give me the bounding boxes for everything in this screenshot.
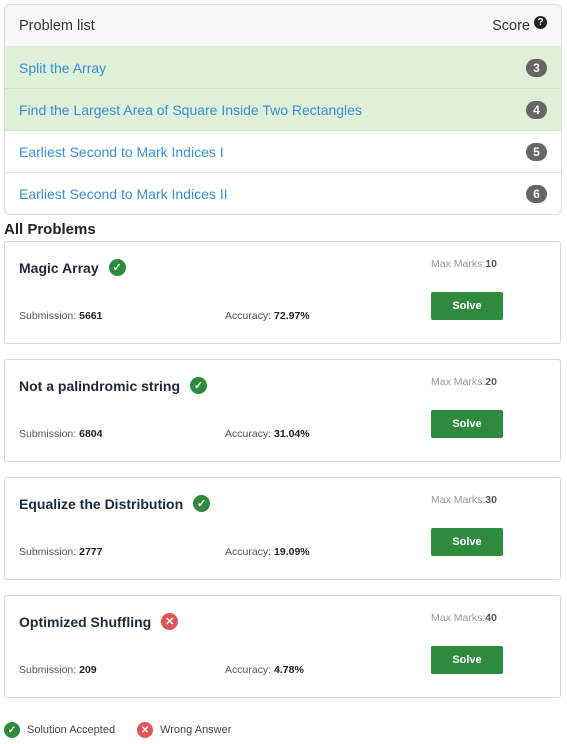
accuracy-label: Accuracy:	[225, 310, 275, 322]
solve-button[interactable]: Solve	[431, 410, 503, 438]
submission-label: Submission:	[19, 546, 80, 558]
problem-title[interactable]: Optimized Shuffling ✕	[19, 613, 179, 630]
legend-accepted-label: Solution Accepted	[27, 724, 116, 736]
submission-label: Submission:	[19, 310, 80, 322]
score-header: Score ?	[492, 16, 547, 34]
x-circle-icon: ✕	[137, 722, 154, 738]
problem-name[interactable]: Optimized Shuffling	[19, 614, 151, 630]
max-marks: Max Marks:40	[431, 612, 497, 624]
solve-button[interactable]: Solve	[431, 646, 503, 674]
accuracy-label: Accuracy:	[225, 428, 275, 440]
legend-wrong: ✕ Wrong Answer	[137, 722, 231, 738]
legend-accepted: ✓ Solution Accepted	[4, 722, 115, 738]
problem-card: Magic Array ✓ Max Marks:10 Solve Submiss…	[4, 241, 561, 344]
check-circle-icon: ✓	[193, 495, 211, 512]
accuracy: Accuracy: 19.09%	[225, 546, 310, 558]
legend-wrong-label: Wrong Answer	[160, 724, 232, 736]
max-marks-label: Max Marks:	[431, 376, 486, 388]
problem-list-title: Problem list	[19, 17, 95, 34]
accuracy-value: 31.04%	[274, 428, 310, 440]
submission-label: Submission:	[19, 428, 80, 440]
score-badge: 6	[526, 185, 547, 203]
submission-label: Submission:	[19, 664, 80, 676]
score-badge: 3	[526, 58, 547, 77]
accuracy-label: Accuracy:	[225, 664, 275, 676]
max-marks-value: 20	[485, 376, 497, 388]
accuracy: Accuracy: 31.04%	[225, 428, 310, 440]
x-circle-icon: ✕	[161, 613, 179, 630]
check-circle-icon: ✓	[4, 722, 20, 738]
submission-value: 5661	[79, 310, 103, 322]
score-badge: 5	[526, 142, 547, 161]
accuracy: Accuracy: 4.78%	[225, 664, 304, 676]
accuracy: Accuracy: 72.97%	[225, 310, 310, 322]
problem-list-row[interactable]: Split the Array 3	[5, 47, 561, 89]
problem-name[interactable]: Magic Array	[19, 260, 99, 276]
question-circle-icon[interactable]: ?	[534, 16, 547, 29]
problem-card: Equalize the Distribution ✓ Max Marks:30…	[4, 477, 561, 580]
max-marks-value: 10	[485, 258, 497, 270]
accuracy-value: 4.78%	[274, 664, 304, 676]
max-marks: Max Marks:30	[431, 494, 497, 506]
max-marks-label: Max Marks:	[431, 258, 486, 270]
problem-link[interactable]: Earliest Second to Mark Indices I	[19, 144, 224, 160]
submission-value: 2777	[79, 546, 103, 558]
max-marks-value: 30	[485, 494, 497, 506]
max-marks: Max Marks:20	[431, 376, 497, 388]
max-marks-value: 40	[485, 612, 497, 624]
accuracy-label: Accuracy:	[225, 546, 275, 558]
problem-title[interactable]: Equalize the Distribution ✓	[19, 495, 211, 512]
problem-list-panel: Problem list Score ? Split the Array 3 F…	[4, 4, 562, 215]
problem-list-header: Problem list Score ?	[5, 5, 561, 47]
problem-list-row[interactable]: Find the Largest Area of Square Inside T…	[5, 89, 561, 131]
problem-link[interactable]: Find the Largest Area of Square Inside T…	[19, 102, 362, 118]
solve-button[interactable]: Solve	[431, 292, 503, 320]
accuracy-value: 19.09%	[274, 546, 310, 558]
problem-list-row[interactable]: Earliest Second to Mark Indices I 5	[5, 131, 561, 173]
problem-card: Not a palindromic string ✓ Max Marks:20 …	[4, 359, 561, 462]
all-problems-heading: All Problems	[4, 221, 96, 238]
submission-value: 6804	[79, 428, 103, 440]
problem-name[interactable]: Not a palindromic string	[19, 378, 180, 394]
status-legend: ✓ Solution Accepted ✕ Wrong Answer	[4, 722, 253, 738]
submission-count: Submission: 2777	[19, 546, 102, 558]
submission-count: Submission: 6804	[19, 428, 102, 440]
problem-card: Optimized Shuffling ✕ Max Marks:40 Solve…	[4, 595, 561, 698]
solve-button[interactable]: Solve	[431, 528, 503, 556]
submission-value: 209	[79, 664, 97, 676]
score-label: Score	[492, 17, 530, 34]
accuracy-value: 72.97%	[274, 310, 310, 322]
problem-name[interactable]: Equalize the Distribution	[19, 496, 183, 512]
check-circle-icon: ✓	[108, 259, 126, 276]
max-marks: Max Marks:10	[431, 258, 497, 270]
submission-count: Submission: 5661	[19, 310, 102, 322]
problem-list-row[interactable]: Earliest Second to Mark Indices II 6	[5, 173, 561, 214]
score-badge: 4	[526, 100, 547, 119]
max-marks-label: Max Marks:	[431, 612, 486, 624]
submission-count: Submission: 209	[19, 664, 97, 676]
check-circle-icon: ✓	[190, 377, 208, 394]
problem-link[interactable]: Earliest Second to Mark Indices II	[19, 186, 228, 202]
problem-link[interactable]: Split the Array	[19, 60, 106, 76]
problem-title[interactable]: Not a palindromic string ✓	[19, 377, 208, 394]
max-marks-label: Max Marks:	[431, 494, 486, 506]
problem-title[interactable]: Magic Array ✓	[19, 259, 126, 276]
